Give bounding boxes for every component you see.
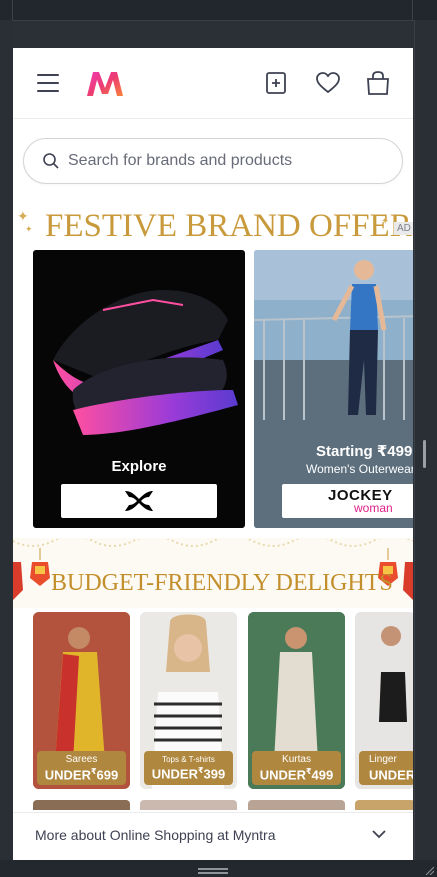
- category-tile-sarees[interactable]: Sarees UNDER₹699: [33, 612, 130, 789]
- budget-friendly-delights-title: BUDGET-FRIENDLY DELIGHTS: [51, 570, 393, 596]
- tile-price: UNDER₹499: [259, 767, 334, 783]
- next-row-tile: [355, 800, 413, 810]
- festive-brand-offers-title: FESTIVE BRAND OFFERS: [45, 208, 413, 244]
- decorative-garland: [13, 535, 413, 547]
- tile-price-label: Linger UNDER₹: [359, 751, 413, 785]
- myntra-logo[interactable]: [85, 70, 125, 98]
- tile-price: UNDER₹: [369, 767, 413, 783]
- sparkle-icon: ✦: [17, 208, 29, 224]
- scroll-handle[interactable]: [423, 440, 426, 468]
- tile-price-label: Tops & T-shirts UNDER₹399: [144, 751, 233, 785]
- search-bar[interactable]: Search for brands and products: [23, 138, 403, 184]
- heart-icon[interactable]: [315, 70, 341, 96]
- card-subtitle: Women's Outerwear: [306, 462, 413, 476]
- tile-price-label: Kurtas UNDER₹499: [252, 751, 341, 785]
- mobile-viewport: Search for brands and products ✦ ✦ ✦ FES…: [13, 48, 413, 860]
- card-cta-starting-price: Starting ₹499: [316, 443, 413, 460]
- tile-price: UNDER₹399: [151, 766, 226, 782]
- category-tile-tops[interactable]: Tops & T-shirts UNDER₹399: [140, 612, 237, 789]
- category-tile-kurtas[interactable]: Kurtas UNDER₹499: [248, 612, 345, 789]
- resize-grip-icon[interactable]: [424, 865, 434, 875]
- top-bar-segment: [12, 0, 413, 20]
- left-rail: [0, 20, 12, 877]
- lantern-icon: [403, 562, 413, 600]
- window-top-bar: [0, 0, 437, 21]
- more-about-footer[interactable]: More about Online Shopping at Myntra: [13, 812, 413, 860]
- under-armour-logo-icon: [125, 491, 153, 511]
- app-header: [13, 48, 413, 119]
- jockey-logo-sub: woman: [354, 501, 393, 515]
- brand-logo-box: JOCKEY woman: [282, 484, 413, 518]
- lantern-icon: [30, 548, 50, 586]
- next-row-tile: [140, 800, 237, 810]
- tile-price: UNDER₹699: [44, 767, 119, 783]
- lantern-icon: [13, 562, 23, 600]
- tile-category: Sarees: [65, 754, 98, 765]
- sneaker-image: [53, 290, 238, 435]
- tile-category: Tops & T-shirts: [162, 755, 215, 764]
- sparkle-icon: ✦: [25, 224, 33, 234]
- search-input[interactable]: Search for brands and products: [68, 152, 292, 170]
- brand-logo-box: [61, 484, 217, 518]
- ad-badge: AD: [394, 222, 413, 235]
- brand-card-under-armour[interactable]: Explore: [33, 250, 245, 528]
- card-cta-explore: Explore: [111, 458, 167, 475]
- right-rail: [414, 20, 437, 877]
- tile-category: Kurtas: [282, 754, 311, 765]
- search-icon: [43, 153, 59, 169]
- category-tile-lingerie[interactable]: Linger UNDER₹: [355, 612, 413, 789]
- footer-text: More about Online Shopping at Myntra: [35, 827, 276, 843]
- chevron-down-icon[interactable]: [372, 829, 386, 839]
- brand-card-jockey[interactable]: Starting ₹499 Women's Outerwear JOCKEY w…: [254, 250, 413, 528]
- tile-price-label: Sarees UNDER₹699: [37, 751, 126, 785]
- next-row-tile: [248, 800, 345, 810]
- next-row-tile: [33, 800, 130, 810]
- add-to-collection-icon[interactable]: [263, 70, 289, 96]
- menu-icon[interactable]: [37, 74, 59, 92]
- bag-icon[interactable]: [365, 70, 391, 96]
- tile-category: Linger: [369, 754, 397, 765]
- drag-handle-icon[interactable]: [198, 868, 228, 870]
- bottom-bar: [0, 860, 437, 877]
